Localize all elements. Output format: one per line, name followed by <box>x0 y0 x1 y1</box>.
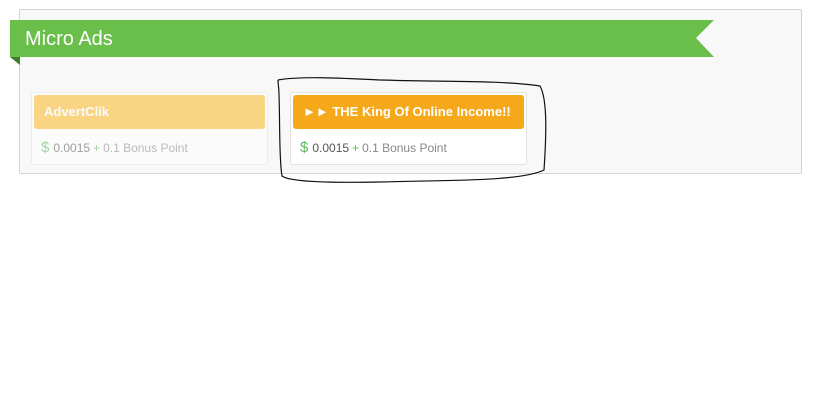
dollar-icon: $ <box>300 139 309 156</box>
plus-sign: + <box>352 141 360 155</box>
ad-amount: 0.0015 <box>53 141 91 155</box>
ad-card-king-of-online-income[interactable]: ►► THE King Of Online Income!! $0.0015 +0… <box>290 92 527 165</box>
ad-reward: $0.0015 +0.1 Bonus Point <box>300 139 447 156</box>
ad-bonus: 0.1 Bonus Point <box>103 141 188 155</box>
ad-amount: 0.0015 <box>312 141 350 155</box>
plus-sign: + <box>93 141 101 155</box>
ad-title-button[interactable]: AdvertClik <box>34 95 265 129</box>
ad-title-button[interactable]: ►► THE King Of Online Income!! <box>293 95 524 129</box>
section-title: Micro Ads <box>25 28 113 50</box>
ad-reward: $0.0015 +0.1 Bonus Point <box>41 139 188 156</box>
ad-card-advertclik[interactable]: AdvertClik $0.0015 +0.1 Bonus Point <box>31 92 268 165</box>
ribbon-shape <box>10 20 714 65</box>
ad-bonus: 0.1 Bonus Point <box>362 141 447 155</box>
dollar-icon: $ <box>41 139 50 156</box>
section-ribbon: Micro Ads <box>10 20 714 65</box>
